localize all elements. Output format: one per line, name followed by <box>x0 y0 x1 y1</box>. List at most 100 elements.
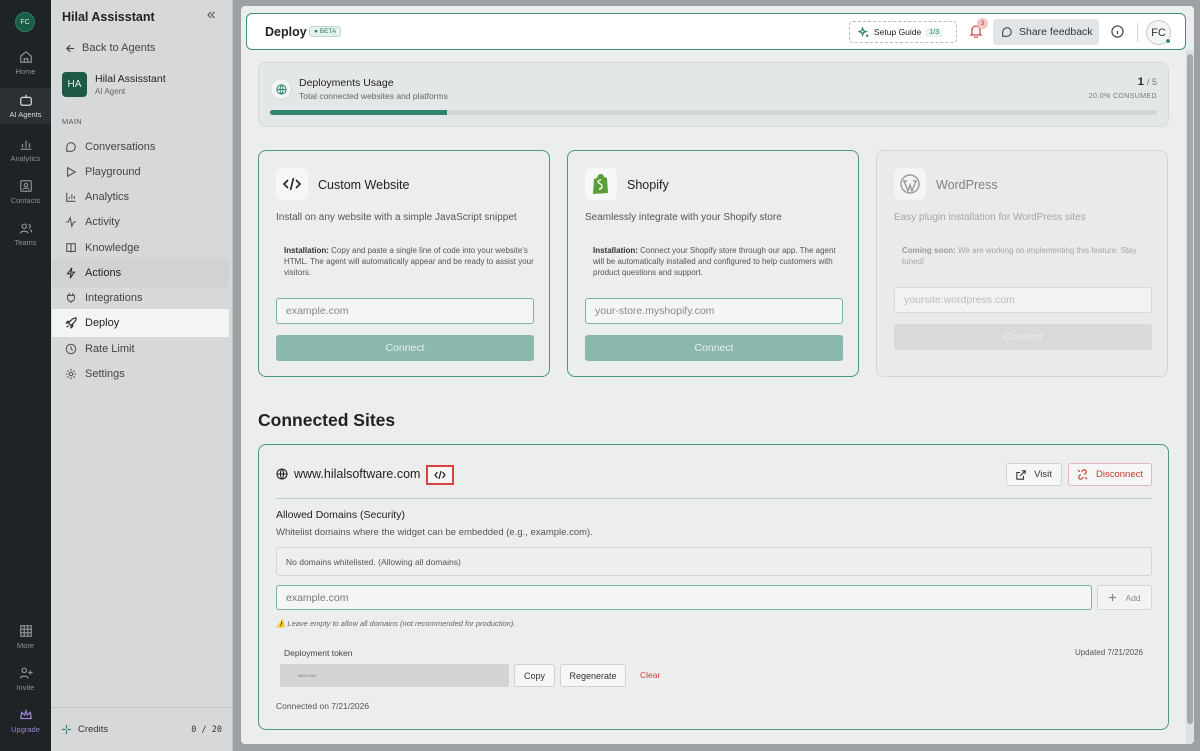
sidebar-item-analytics[interactable]: Analytics <box>52 183 229 211</box>
wordpress-card: WordPress Easy plugin installation for W… <box>876 150 1168 377</box>
rail-item-ai-agents[interactable]: AI Agents <box>0 88 51 124</box>
rail-item-invite[interactable]: Invite <box>0 666 51 696</box>
book-icon <box>66 243 76 253</box>
card-description: Seamlessly integrate with your Shopify s… <box>585 212 782 223</box>
rail-label: Contacts <box>10 196 41 205</box>
rail-item-teams[interactable]: Teams <box>0 221 51 251</box>
crown-icon <box>19 708 32 720</box>
credits-label: Credits <box>78 724 109 735</box>
sidebar-item-label: Playground <box>85 166 141 178</box>
usage-title: Deployments Usage <box>299 77 394 89</box>
beta-badge: ● BETA <box>309 26 342 37</box>
collapse-sidebar-button[interactable] <box>206 10 216 23</box>
unlink-icon <box>1077 469 1088 480</box>
invite-icon <box>19 667 33 679</box>
site-url: www.hilalsoftware.com <box>294 467 421 481</box>
token-value: 9604c783 <box>280 664 509 687</box>
sidebar-item-settings[interactable]: Settings <box>52 360 229 388</box>
sidebar-item-activity[interactable]: Activity <box>52 208 229 236</box>
disconnect-site-button[interactable]: Disconnect <box>1068 463 1152 486</box>
scrollbar[interactable] <box>1186 50 1194 744</box>
sidebar-item-actions[interactable]: Actions <box>52 259 229 287</box>
agent-avatar: HA <box>62 72 87 97</box>
allowed-domains-list: No domains whitelisted. (Allowing all do… <box>276 547 1152 576</box>
add-label: Add <box>1125 592 1141 603</box>
copy-token-button[interactable]: Copy <box>514 664 555 687</box>
external-link-icon <box>1016 469 1026 480</box>
card-instructions: Coming soon: We are working on implement… <box>902 246 1137 266</box>
rail-item-contacts[interactable]: Contacts <box>0 179 51 209</box>
connect-website-button[interactable]: Connect <box>276 335 534 361</box>
domains-warning: ⚠️ Leave empty to allow all domains (not… <box>276 619 516 628</box>
usage-subtitle: Total connected websites and platforms <box>299 91 448 101</box>
sidebar-item-integrations[interactable]: Integrations <box>52 284 229 312</box>
regenerate-token-button[interactable]: Regenerate <box>560 664 626 687</box>
rail-label: AI Agents <box>9 110 42 119</box>
info-button[interactable] <box>1111 25 1124 43</box>
sidebar-item-label: Rate Limit <box>85 343 135 355</box>
sidebar-item-playground[interactable]: Playground <box>52 158 229 186</box>
wordpress-site-input: yoursite.wordpress.com <box>894 287 1152 313</box>
shopify-card: Shopify Seamlessly integrate with your S… <box>567 150 859 377</box>
setup-progress: 1/3 <box>926 27 942 37</box>
card-description: Install on any website with a simple Jav… <box>276 212 517 223</box>
clear-token-button[interactable]: Clear <box>640 670 660 680</box>
token-updated: Updated 7/21/2026 <box>1074 648 1143 657</box>
embed-code-button[interactable] <box>426 465 454 485</box>
agent-name: Hilal Assisstant <box>95 73 166 85</box>
scrollbar-thumb[interactable] <box>1187 54 1193 724</box>
sidebar-item-label: Knowledge <box>85 242 140 254</box>
setup-guide-label: Setup Guide <box>874 27 922 37</box>
header-divider <box>1137 23 1138 42</box>
usage-count: 1 / 5 <box>1138 76 1157 88</box>
connected-sites-title: Connected Sites <box>258 410 396 430</box>
back-label: Back to Agents <box>82 42 156 54</box>
website-domain-input[interactable]: example.com <box>276 298 534 324</box>
sidebar-item-knowledge[interactable]: Knowledge <box>52 234 229 262</box>
plug-icon <box>67 292 75 304</box>
globe-icon <box>276 468 288 480</box>
sidebar-item-label: Activity <box>85 216 120 228</box>
sidebar-item-conversations[interactable]: Conversations <box>52 133 229 161</box>
rail-label: Analytics <box>10 154 41 163</box>
share-feedback-button[interactable]: Share feedback <box>993 19 1099 45</box>
sparkles-icon <box>858 26 869 37</box>
usage-consumed: 20.0% CONSUMED <box>1088 93 1157 100</box>
setup-guide-button[interactable]: Setup Guide 1/3 <box>849 21 957 43</box>
disconnect-label: Disconnect <box>1096 469 1143 480</box>
rail-label: Invite <box>16 683 35 692</box>
domain-input[interactable]: example.com <box>276 585 1092 610</box>
connect-wordpress-button: Connect <box>894 324 1152 350</box>
rail-item-analytics[interactable]: Analytics <box>0 137 51 167</box>
usage-total: / 5 <box>1146 77 1157 87</box>
sidebar-item-rate-limit[interactable]: Rate Limit <box>52 335 229 363</box>
workspace-avatar[interactable]: FC <box>15 12 35 32</box>
rail-item-upgrade[interactable]: Upgrade <box>0 708 51 738</box>
connect-shopify-button[interactable]: Connect <box>585 335 843 361</box>
visit-site-button[interactable]: Visit <box>1006 463 1062 486</box>
site-url-row: www.hilalsoftware.com <box>276 467 420 481</box>
teams-icon <box>19 223 32 234</box>
shopify-store-input[interactable]: your-store.myshopify.com <box>585 298 843 324</box>
back-to-agents-link[interactable]: Back to Agents <box>65 42 155 54</box>
globe-icon <box>270 78 292 100</box>
add-domain-button[interactable]: Add <box>1097 585 1152 610</box>
sidebar-item-label: Settings <box>85 368 125 380</box>
card-title: WordPress <box>936 178 998 192</box>
rail-item-more[interactable]: More <box>0 624 51 654</box>
allowed-domains-subtitle: Whitelist domains where the widget can b… <box>276 527 593 538</box>
agent-role: AI Agent <box>95 87 126 96</box>
custom-website-card: Custom Website Install on any website wi… <box>258 150 550 377</box>
arrow-left-icon <box>65 44 75 52</box>
online-status-dot <box>1165 38 1171 44</box>
rail-label: Teams <box>14 238 37 247</box>
card-instructions: Installation: Copy and paste a single li… <box>284 246 534 277</box>
sparkle-icon <box>61 724 72 735</box>
connected-date: Connected on 7/21/2026 <box>276 701 370 711</box>
share-feedback-label: Share feedback <box>1019 26 1093 38</box>
rail-label: More <box>16 641 35 650</box>
sidebar-item-deploy[interactable]: Deploy <box>52 309 229 337</box>
clock-icon <box>65 343 77 355</box>
rail-item-home[interactable]: Home <box>0 50 51 82</box>
message-icon <box>1002 27 1012 37</box>
